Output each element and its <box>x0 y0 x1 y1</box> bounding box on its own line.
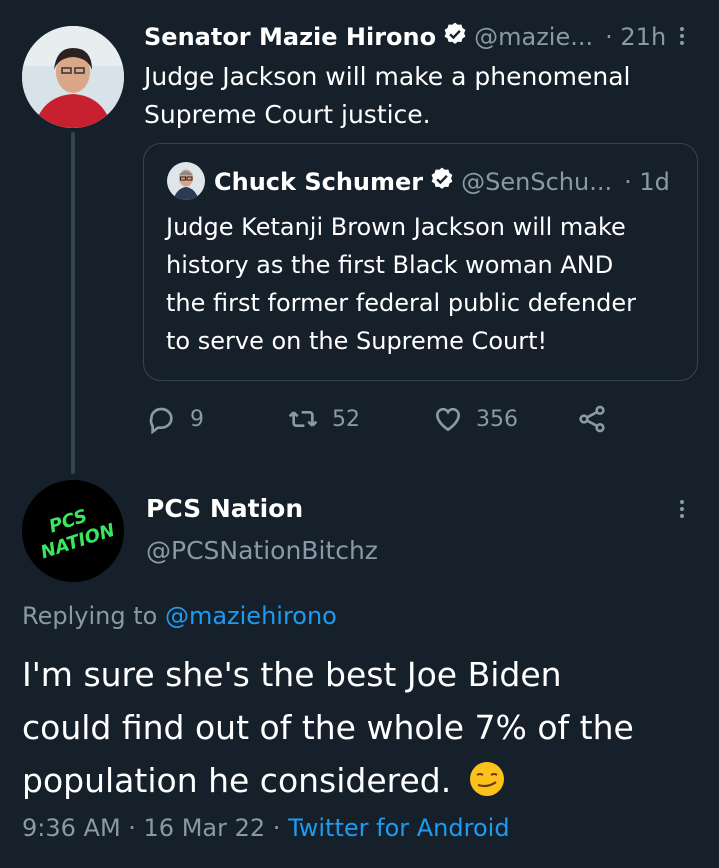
schumer-avatar-image <box>167 162 205 200</box>
hirono-avatar-image <box>22 26 124 128</box>
quote-text-line: history as the first Black woman AND <box>166 251 614 279</box>
tweet2-timestamp[interactable]: 9:36 AM · 16 Mar 22 · <box>22 814 280 842</box>
like-count: 356 <box>476 406 518 432</box>
quote-text: Judge Ketanji Brown Jackson will make hi… <box>166 208 636 360</box>
tweet2-handle[interactable]: @PCSNationBitchz <box>146 536 378 565</box>
tweet2-source[interactable]: Twitter for Android <box>288 814 509 842</box>
more-options-icon[interactable] <box>680 24 684 48</box>
replying-to: Replying to @maziehirono <box>22 602 337 630</box>
tweet2-text: I'm sure she's the best Joe Biden could … <box>22 648 634 813</box>
quote-time: · 1d <box>624 168 670 196</box>
tweet2-text-line: could find out of the whole 7% of the <box>22 708 634 747</box>
quote-display-name: Chuck Schumer <box>214 168 424 196</box>
verified-badge-icon <box>442 21 468 53</box>
retweet-icon <box>288 411 318 427</box>
like-icon <box>435 407 461 432</box>
tweet1-header: Senator Mazie Hirono @mazie... · 21h <box>144 20 666 54</box>
pcs-nation-logo: PCS NATION <box>22 480 124 582</box>
reply-icon <box>149 407 173 435</box>
tweet2-display-name[interactable]: PCS Nation <box>146 494 303 523</box>
verified-badge-icon <box>429 166 455 198</box>
retweet-count: 52 <box>332 406 360 432</box>
tweet1-time[interactable]: · 21h <box>605 23 666 51</box>
reply-button[interactable]: 9 <box>146 403 204 435</box>
reply-count: 9 <box>190 406 204 432</box>
hirono-avatar[interactable] <box>22 26 124 128</box>
quote-text-line: the first former federal public defender <box>166 289 636 317</box>
like-button[interactable]: 356 <box>432 403 518 435</box>
smirk-emoji-icon <box>468 760 506 813</box>
share-button[interactable] <box>576 403 608 435</box>
tweet1-text-line: Judge Jackson will make a phenomenal <box>144 62 631 91</box>
quote-header: Chuck Schumer @SenSchu... · 1d <box>214 165 670 199</box>
more-options-icon[interactable] <box>680 497 684 521</box>
tweet2-text-line: I'm sure she's the best Joe Biden <box>22 655 562 694</box>
tweet1-text-line: Supreme Court justice. <box>144 100 431 129</box>
replying-to-handle[interactable]: @maziehirono <box>165 602 337 630</box>
quote-text-line: to serve on the Supreme Court! <box>166 327 548 355</box>
tweet2-text-line: population he considered. <box>22 761 452 800</box>
tweet2-text-line-with-emoji: population he considered. <box>22 754 634 813</box>
tweet1-display-name[interactable]: Senator Mazie Hirono <box>144 23 436 51</box>
pcs-nation-avatar[interactable]: PCS NATION <box>22 480 124 582</box>
tweet2-meta: 9:36 AM · 16 Mar 22 · Twitter for Androi… <box>22 814 510 842</box>
replying-to-label: Replying to <box>22 602 158 630</box>
share-icon <box>579 405 605 433</box>
thread-connector-line <box>71 132 75 474</box>
tweet1-handle[interactable]: @mazie... <box>474 23 593 51</box>
schumer-avatar <box>167 162 205 200</box>
quote-text-line: Judge Ketanji Brown Jackson will make <box>166 213 626 241</box>
retweet-button[interactable]: 52 <box>286 403 360 435</box>
quote-handle: @SenSchu... <box>461 168 613 196</box>
tweet1-text: Judge Jackson will make a phenomenal Sup… <box>144 58 630 134</box>
